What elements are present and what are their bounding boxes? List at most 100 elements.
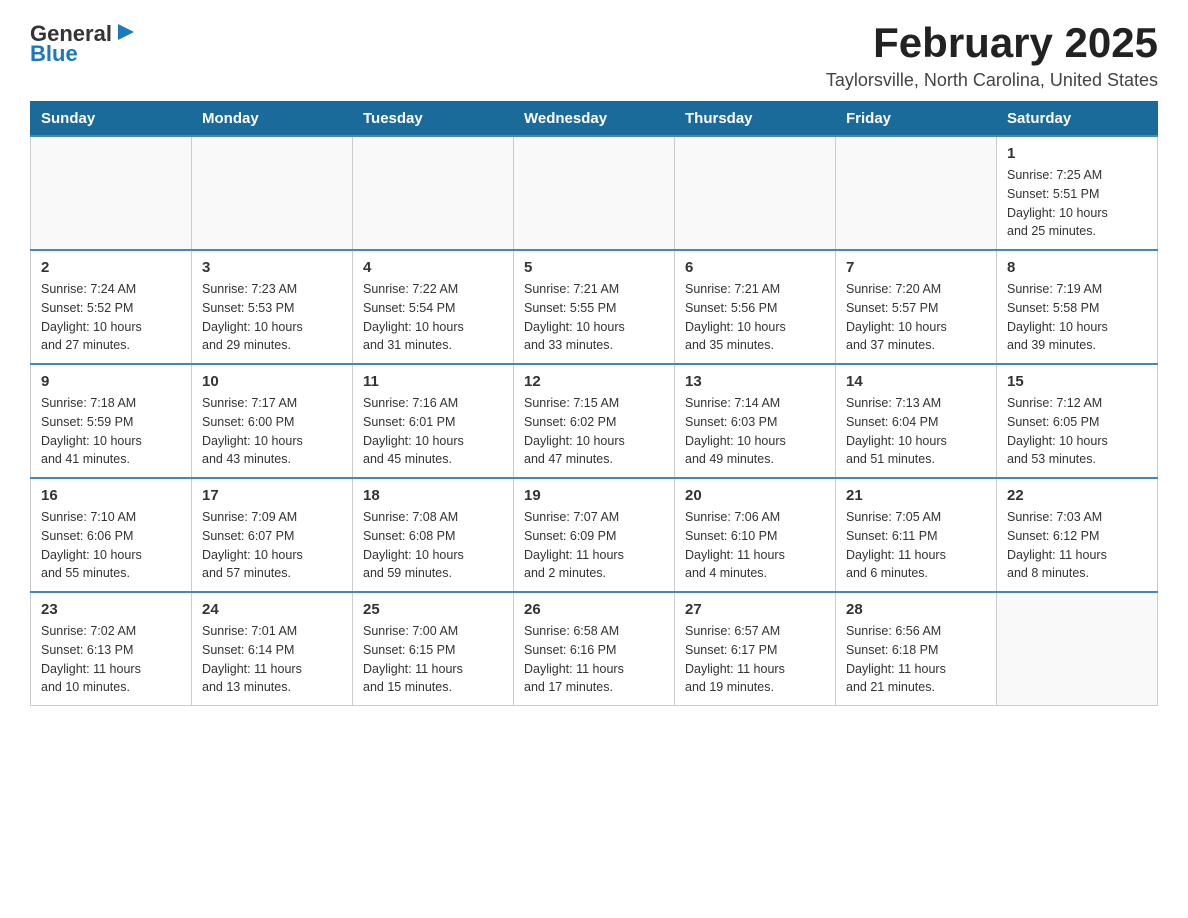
day-info: Sunrise: 7:12 AMSunset: 6:05 PMDaylight:… <box>1007 394 1147 469</box>
day-info: Sunrise: 7:10 AMSunset: 6:06 PMDaylight:… <box>41 508 181 583</box>
day-number: 26 <box>524 601 664 618</box>
calendar-cell <box>192 136 353 250</box>
calendar-cell: 14 Sunrise: 7:13 AMSunset: 6:04 PMDayligh… <box>836 364 997 478</box>
calendar-cell: 27 Sunrise: 6:57 AMSunset: 6:17 PMDayligh… <box>675 592 836 706</box>
page-header: General Blue February 2025 Taylorsville,… <box>30 20 1158 91</box>
day-info: Sunrise: 7:09 AMSunset: 6:07 PMDaylight:… <box>202 508 342 583</box>
day-info: Sunrise: 7:16 AMSunset: 6:01 PMDaylight:… <box>363 394 503 469</box>
day-number: 13 <box>685 373 825 390</box>
day-number: 1 <box>1007 145 1147 162</box>
day-number: 24 <box>202 601 342 618</box>
calendar-cell: 23 Sunrise: 7:02 AMSunset: 6:13 PMDayligh… <box>31 592 192 706</box>
day-info: Sunrise: 7:15 AMSunset: 6:02 PMDaylight:… <box>524 394 664 469</box>
day-info: Sunrise: 7:25 AMSunset: 5:51 PMDaylight:… <box>1007 166 1147 241</box>
calendar-cell: 16 Sunrise: 7:10 AMSunset: 6:06 PMDayligh… <box>31 478 192 592</box>
logo-blue: Blue <box>30 41 78 67</box>
day-info: Sunrise: 7:20 AMSunset: 5:57 PMDaylight:… <box>846 280 986 355</box>
location-title: Taylorsville, North Carolina, United Sta… <box>826 70 1158 91</box>
header-thursday: Thursday <box>675 102 836 137</box>
calendar-cell: 19 Sunrise: 7:07 AMSunset: 6:09 PMDayligh… <box>514 478 675 592</box>
logo: General Blue <box>30 20 136 67</box>
day-info: Sunrise: 7:02 AMSunset: 6:13 PMDaylight:… <box>41 622 181 697</box>
day-number: 16 <box>41 487 181 504</box>
calendar-cell <box>675 136 836 250</box>
day-info: Sunrise: 7:21 AMSunset: 5:55 PMDaylight:… <box>524 280 664 355</box>
calendar-cell: 25 Sunrise: 7:00 AMSunset: 6:15 PMDayligh… <box>353 592 514 706</box>
day-info: Sunrise: 7:14 AMSunset: 6:03 PMDaylight:… <box>685 394 825 469</box>
calendar-cell: 5 Sunrise: 7:21 AMSunset: 5:55 PMDaylight… <box>514 250 675 364</box>
calendar-cell: 9 Sunrise: 7:18 AMSunset: 5:59 PMDaylight… <box>31 364 192 478</box>
day-number: 3 <box>202 259 342 276</box>
day-info: Sunrise: 7:23 AMSunset: 5:53 PMDaylight:… <box>202 280 342 355</box>
week-row-5: 23 Sunrise: 7:02 AMSunset: 6:13 PMDayligh… <box>31 592 1158 706</box>
calendar-cell <box>514 136 675 250</box>
header-tuesday: Tuesday <box>353 102 514 137</box>
week-row-3: 9 Sunrise: 7:18 AMSunset: 5:59 PMDaylight… <box>31 364 1158 478</box>
calendar-cell: 7 Sunrise: 7:20 AMSunset: 5:57 PMDaylight… <box>836 250 997 364</box>
day-number: 11 <box>363 373 503 390</box>
day-number: 28 <box>846 601 986 618</box>
day-number: 4 <box>363 259 503 276</box>
day-number: 15 <box>1007 373 1147 390</box>
day-info: Sunrise: 7:17 AMSunset: 6:00 PMDaylight:… <box>202 394 342 469</box>
header-friday: Friday <box>836 102 997 137</box>
week-row-2: 2 Sunrise: 7:24 AMSunset: 5:52 PMDaylight… <box>31 250 1158 364</box>
day-info: Sunrise: 7:18 AMSunset: 5:59 PMDaylight:… <box>41 394 181 469</box>
day-info: Sunrise: 7:07 AMSunset: 6:09 PMDaylight:… <box>524 508 664 583</box>
day-number: 8 <box>1007 259 1147 276</box>
calendar-cell: 11 Sunrise: 7:16 AMSunset: 6:01 PMDayligh… <box>353 364 514 478</box>
day-number: 22 <box>1007 487 1147 504</box>
logo-arrow-icon <box>116 22 136 42</box>
calendar-cell: 6Sunrise: 7:21 AMSunset: 5:56 PMDaylight… <box>675 250 836 364</box>
day-number: 2 <box>41 259 181 276</box>
day-number: 18 <box>363 487 503 504</box>
day-number: 19 <box>524 487 664 504</box>
calendar-cell <box>836 136 997 250</box>
calendar-cell: 17 Sunrise: 7:09 AMSunset: 6:07 PMDayligh… <box>192 478 353 592</box>
calendar-cell: 3 Sunrise: 7:23 AMSunset: 5:53 PMDaylight… <box>192 250 353 364</box>
calendar-header-row: SundayMondayTuesdayWednesdayThursdayFrid… <box>31 102 1158 137</box>
header-saturday: Saturday <box>997 102 1158 137</box>
calendar-cell: 26 Sunrise: 6:58 AMSunset: 6:16 PMDayligh… <box>514 592 675 706</box>
day-number: 25 <box>363 601 503 618</box>
day-number: 14 <box>846 373 986 390</box>
day-number: 27 <box>685 601 825 618</box>
calendar-table: SundayMondayTuesdayWednesdayThursdayFrid… <box>30 101 1158 706</box>
calendar-cell: 18 Sunrise: 7:08 AMSunset: 6:08 PMDayligh… <box>353 478 514 592</box>
day-info: Sunrise: 6:57 AMSunset: 6:17 PMDaylight:… <box>685 622 825 697</box>
day-info: Sunrise: 7:13 AMSunset: 6:04 PMDaylight:… <box>846 394 986 469</box>
day-number: 7 <box>846 259 986 276</box>
day-info: Sunrise: 7:05 AMSunset: 6:11 PMDaylight:… <box>846 508 986 583</box>
day-info: Sunrise: 7:03 AMSunset: 6:12 PMDaylight:… <box>1007 508 1147 583</box>
day-number: 9 <box>41 373 181 390</box>
header-wednesday: Wednesday <box>514 102 675 137</box>
title-section: February 2025 Taylorsville, North Caroli… <box>826 20 1158 91</box>
day-info: Sunrise: 7:08 AMSunset: 6:08 PMDaylight:… <box>363 508 503 583</box>
day-info: Sunrise: 7:19 AMSunset: 5:58 PMDaylight:… <box>1007 280 1147 355</box>
day-number: 12 <box>524 373 664 390</box>
day-info: Sunrise: 7:24 AMSunset: 5:52 PMDaylight:… <box>41 280 181 355</box>
calendar-cell: 24Sunrise: 7:01 AMSunset: 6:14 PMDayligh… <box>192 592 353 706</box>
calendar-cell: 20Sunrise: 7:06 AMSunset: 6:10 PMDayligh… <box>675 478 836 592</box>
day-info: Sunrise: 7:22 AMSunset: 5:54 PMDaylight:… <box>363 280 503 355</box>
calendar-cell: 22 Sunrise: 7:03 AMSunset: 6:12 PMDayligh… <box>997 478 1158 592</box>
day-number: 17 <box>202 487 342 504</box>
day-info: Sunrise: 6:56 AMSunset: 6:18 PMDaylight:… <box>846 622 986 697</box>
day-number: 10 <box>202 373 342 390</box>
calendar-cell: 10 Sunrise: 7:17 AMSunset: 6:00 PMDayligh… <box>192 364 353 478</box>
calendar-cell: 21Sunrise: 7:05 AMSunset: 6:11 PMDayligh… <box>836 478 997 592</box>
day-info: Sunrise: 7:00 AMSunset: 6:15 PMDaylight:… <box>363 622 503 697</box>
day-number: 5 <box>524 259 664 276</box>
calendar-cell: 28 Sunrise: 6:56 AMSunset: 6:18 PMDayligh… <box>836 592 997 706</box>
calendar-cell: 2 Sunrise: 7:24 AMSunset: 5:52 PMDaylight… <box>31 250 192 364</box>
week-row-4: 16 Sunrise: 7:10 AMSunset: 6:06 PMDayligh… <box>31 478 1158 592</box>
day-info: Sunrise: 6:58 AMSunset: 6:16 PMDaylight:… <box>524 622 664 697</box>
calendar-cell <box>353 136 514 250</box>
calendar-cell <box>997 592 1158 706</box>
calendar-cell: 8 Sunrise: 7:19 AMSunset: 5:58 PMDaylight… <box>997 250 1158 364</box>
header-monday: Monday <box>192 102 353 137</box>
day-number: 23 <box>41 601 181 618</box>
calendar-cell: 1 Sunrise: 7:25 AMSunset: 5:51 PMDaylight… <box>997 136 1158 250</box>
header-sunday: Sunday <box>31 102 192 137</box>
day-number: 6 <box>685 259 825 276</box>
